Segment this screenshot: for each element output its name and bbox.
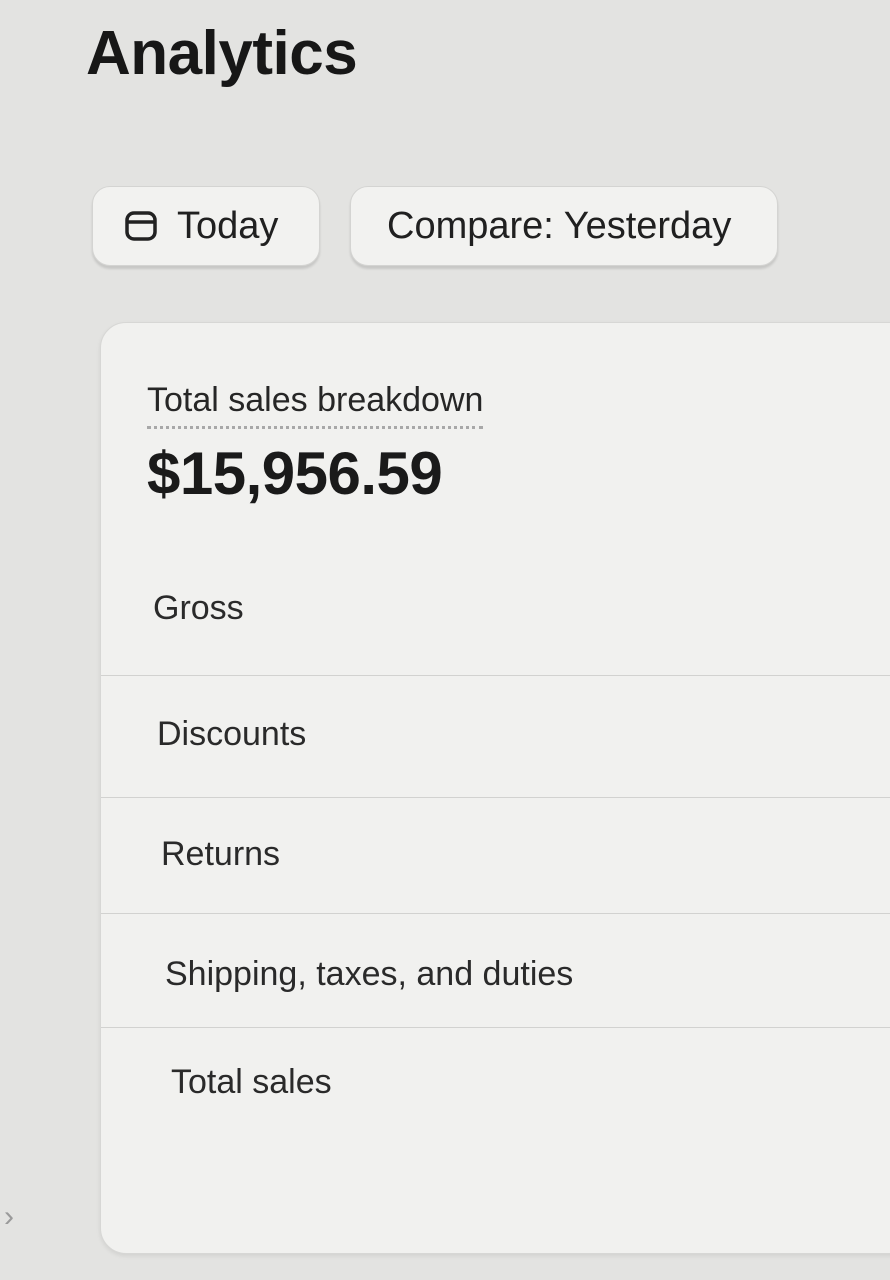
row-divider (101, 675, 890, 676)
row-divider (101, 1027, 890, 1028)
chevron-right-icon[interactable]: › (4, 1200, 14, 1234)
date-range-label: Today (177, 204, 279, 247)
row-label: Shipping, taxes, and duties (165, 955, 574, 993)
card-title[interactable]: Total sales breakdown (147, 381, 484, 429)
calendar-icon (123, 208, 159, 244)
page-title: Analytics (86, 19, 358, 88)
compare-button[interactable]: Compare: Yesterday (350, 186, 778, 266)
row-label: Discounts (157, 715, 307, 753)
row-label: Returns (161, 835, 281, 873)
date-range-button[interactable]: Today (92, 186, 320, 266)
total-sales-value: $15,956.59 (147, 440, 443, 507)
compare-label: Compare: Yesterday (387, 204, 732, 247)
row-label: Gross (153, 589, 244, 627)
row-label: Total sales (171, 1063, 332, 1101)
sales-breakdown-card: Total sales breakdown $15,956.59 Gross D… (100, 322, 890, 1254)
row-divider (101, 913, 890, 914)
row-divider (101, 797, 890, 798)
